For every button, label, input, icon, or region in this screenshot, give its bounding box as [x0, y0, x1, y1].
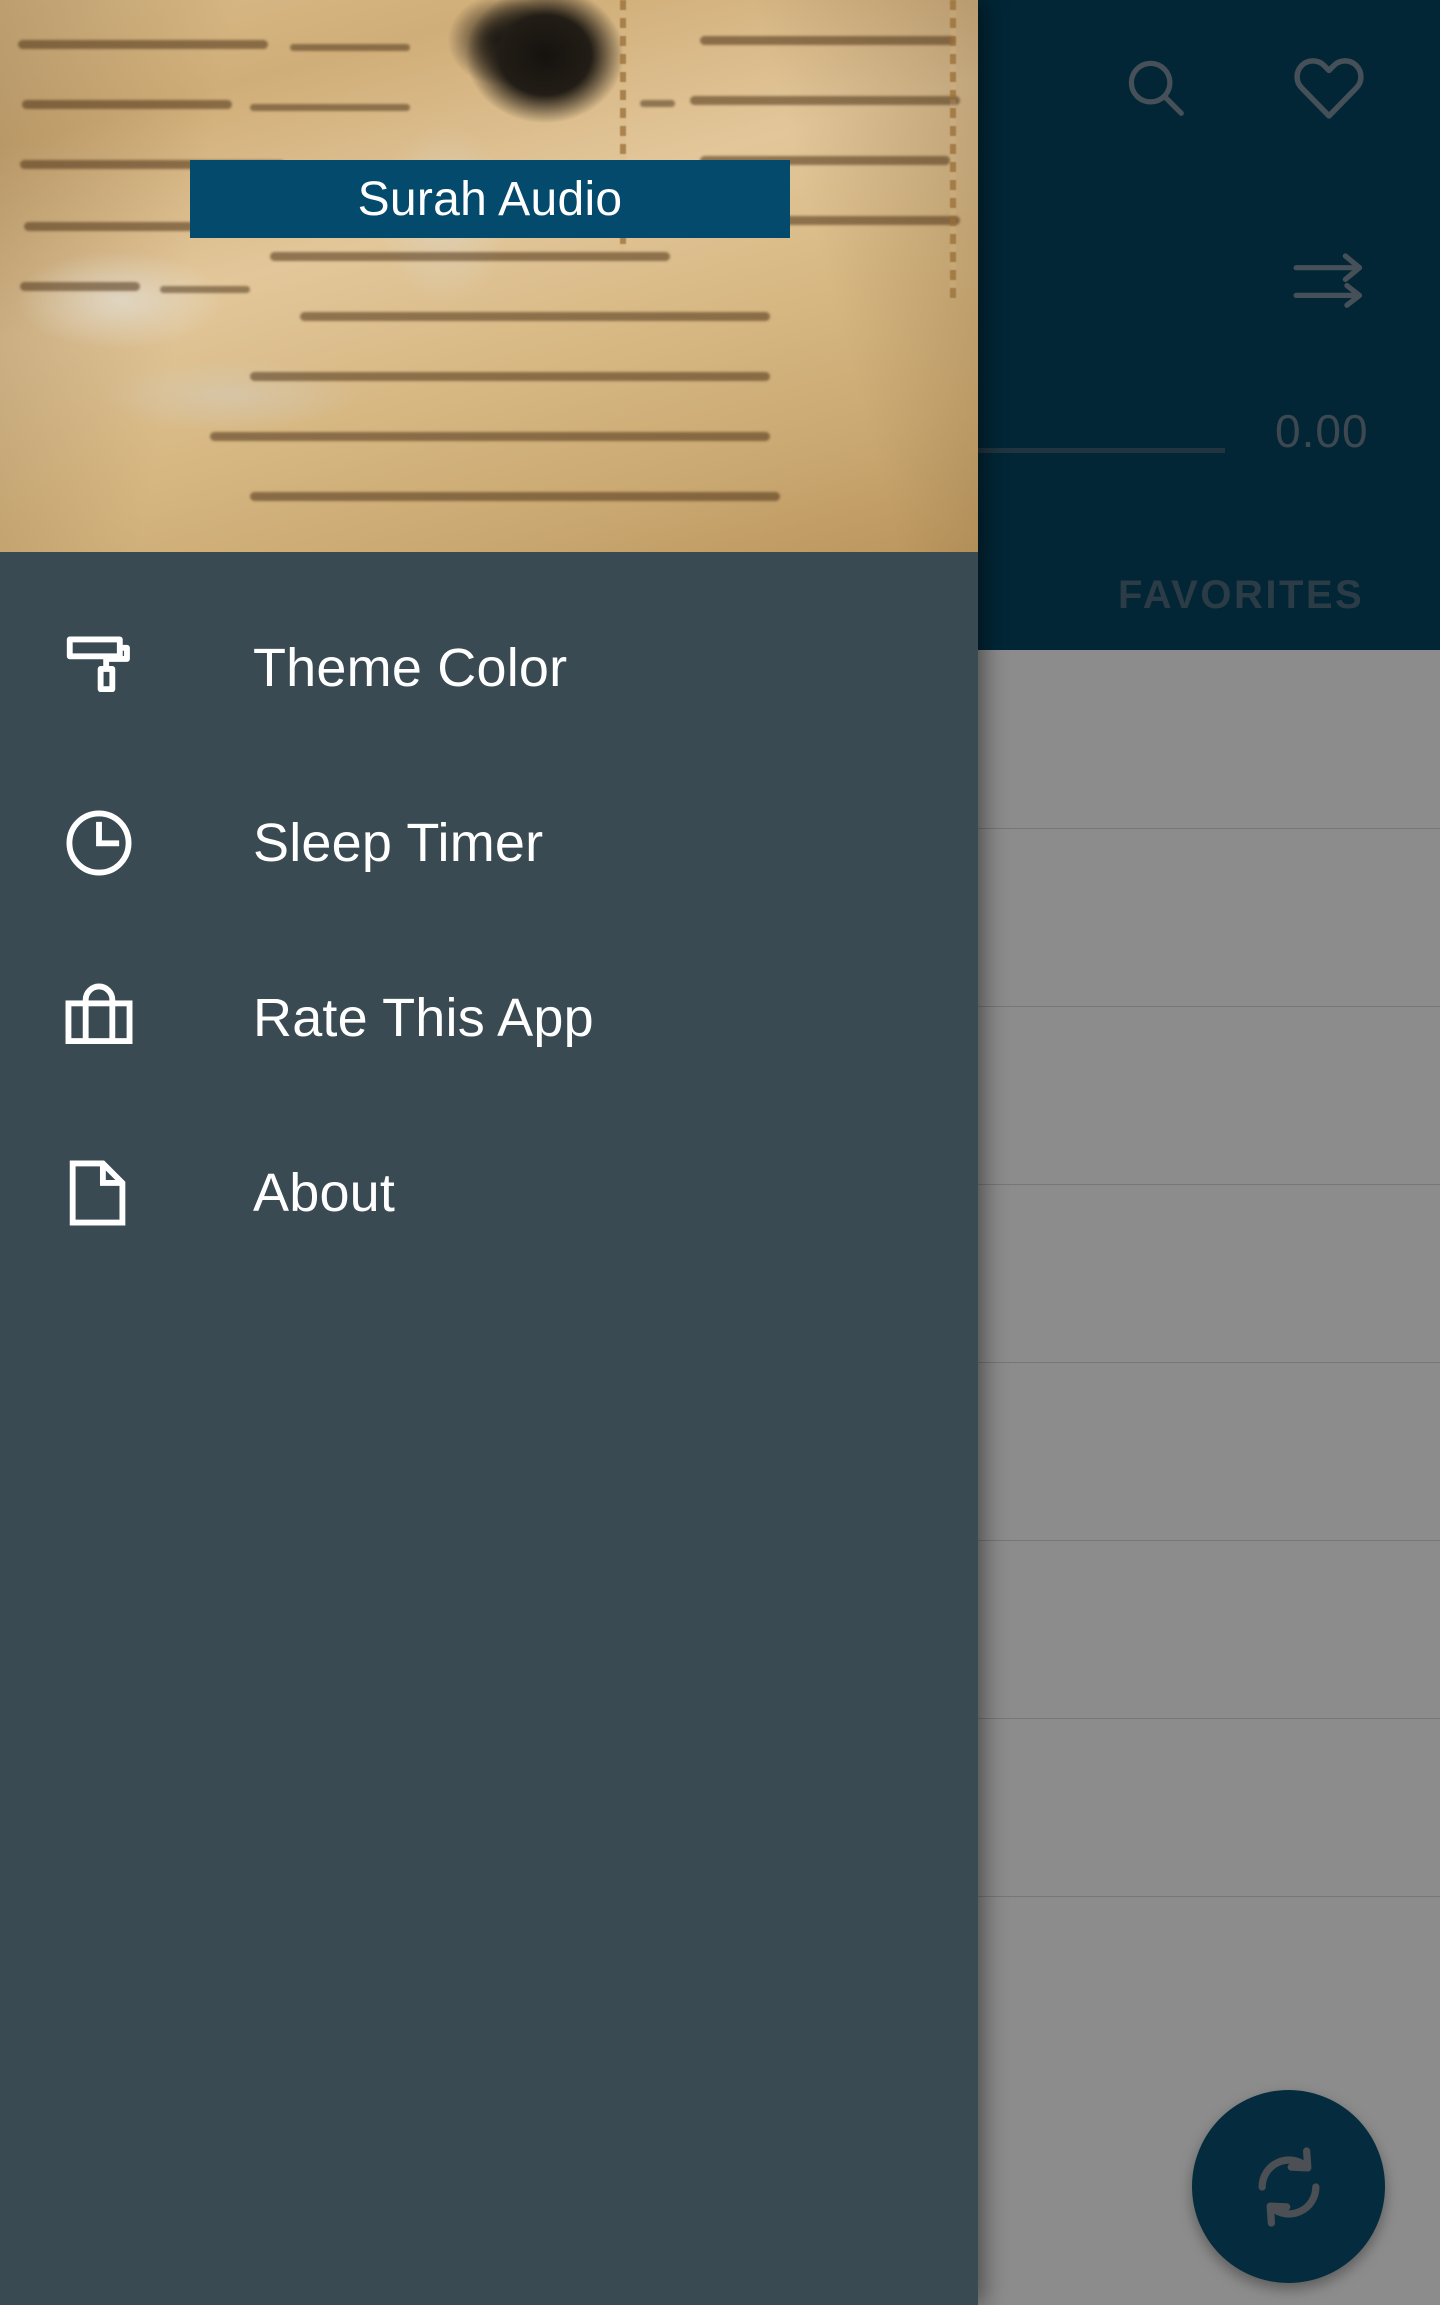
- drawer-item-label: Sleep Timer: [253, 812, 544, 873]
- drawer-item-label: Theme Color: [253, 637, 568, 698]
- drawer-item-theme-color[interactable]: Theme Color: [0, 580, 978, 755]
- drawer-item-label: About: [253, 1162, 396, 1223]
- drawer-title: Surah Audio: [357, 172, 623, 226]
- drawer-item-rate-this-app[interactable]: Rate This App: [0, 930, 978, 1105]
- drawer-item-sleep-timer[interactable]: Sleep Timer: [0, 755, 978, 930]
- drawer-menu: Theme Color Sleep Timer Rate This App Ab…: [0, 552, 978, 2305]
- drawer-title-banner: Surah Audio: [190, 160, 790, 238]
- navigation-drawer: Surah Audio Theme Color Sleep Timer Rate…: [0, 0, 978, 2305]
- paint-roller-icon: [60, 629, 138, 707]
- quran-header-image: [0, 0, 978, 552]
- drawer-header: Surah Audio: [0, 0, 978, 552]
- drawer-item-about[interactable]: About: [0, 1105, 978, 1280]
- drawer-item-label: Rate This App: [253, 987, 594, 1048]
- shopping-bag-icon: [60, 979, 138, 1057]
- document-icon: [60, 1154, 138, 1232]
- clock-icon: [60, 804, 138, 882]
